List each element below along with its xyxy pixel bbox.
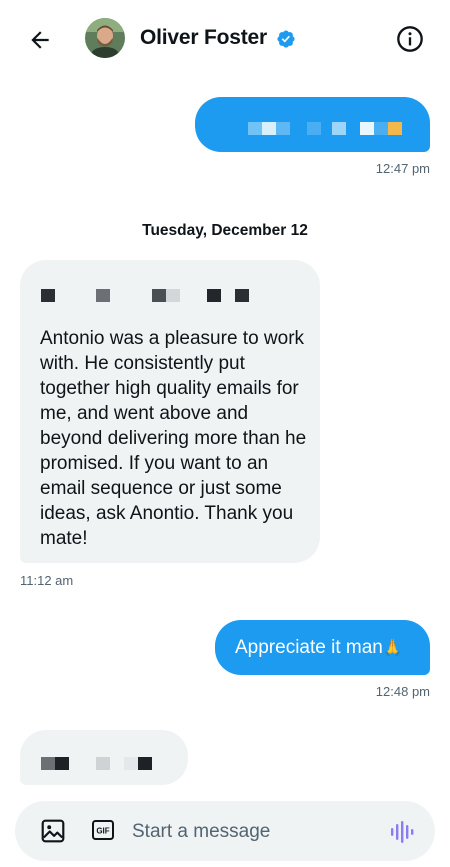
date-separator: Tuesday, December 12 [142, 222, 308, 239]
gif-icon[interactable]: GIF [91, 818, 115, 842]
arrow-left-icon [31, 31, 49, 49]
message-timestamp: 12:47 pm [375, 161, 430, 176]
info-icon [397, 26, 423, 52]
image-icon[interactable] [40, 818, 66, 844]
message-bubble-outgoing[interactable]: Appreciate it man🙏 [215, 620, 430, 675]
contact-name[interactable]: Oliver Foster [140, 26, 267, 50]
message-bubble-incoming[interactable] [20, 730, 188, 785]
message-timestamp: 12:48 pm [375, 684, 430, 699]
voice-message-icon[interactable] [388, 818, 416, 846]
info-button[interactable] [393, 22, 427, 56]
message-bubble-incoming[interactable]: Antonio was a pleasure to work with. He … [20, 260, 320, 563]
verified-badge-icon [277, 30, 295, 48]
avatar-image [85, 18, 125, 58]
avatar[interactable] [85, 18, 125, 58]
message-text: Appreciate it man🙏 [235, 636, 403, 658]
message-input[interactable] [132, 816, 372, 848]
message-timestamp: 11:12 am [20, 573, 74, 588]
svg-text:GIF: GIF [96, 827, 109, 836]
back-button[interactable] [22, 22, 58, 58]
pray-emoji-icon: 🙏 [382, 639, 403, 657]
message-text: Antonio was a pleasure to work with. He … [40, 328, 307, 549]
message-bubble-outgoing[interactable] [195, 97, 430, 152]
